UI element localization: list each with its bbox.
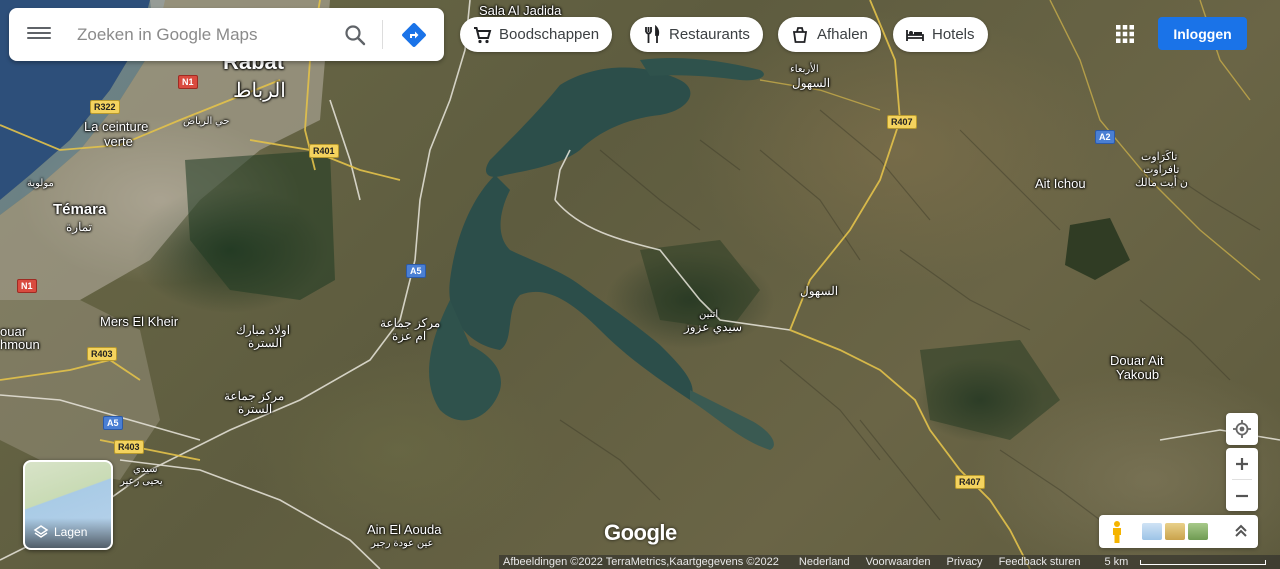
place-sala-al-jadida[interactable]: Sala Al Jadida <box>479 4 561 18</box>
place-verte: verte <box>104 134 133 149</box>
search-icon[interactable] <box>343 23 367 47</box>
zoom-in-button[interactable] <box>1226 448 1258 479</box>
my-location-button[interactable] <box>1226 413 1258 445</box>
crosshair-icon <box>1233 420 1251 438</box>
scale-indicator[interactable]: 5 km <box>1097 556 1267 568</box>
place-ain-el-aouda[interactable]: Ain El Aouda <box>367 523 441 537</box>
chip-afhalen[interactable]: Afhalen <box>778 17 881 52</box>
place-yakoub: Yakoub <box>1116 367 1160 382</box>
minus-icon <box>1236 494 1248 497</box>
country-link[interactable]: Nederland <box>799 556 850 568</box>
place-rabat-arabic: الرباط <box>233 80 286 102</box>
road-shield-r407: R407 <box>887 115 917 129</box>
zoom-out-button[interactable] <box>1226 480 1258 511</box>
layers-label: Lagen <box>54 525 88 539</box>
place-shoul-arabic: السهول <box>800 284 839 298</box>
feedback-link[interactable]: Feedback sturen <box>999 556 1081 568</box>
chip-label: Hotels <box>932 26 975 43</box>
layers-icon <box>33 525 49 538</box>
chip-restaurants[interactable]: Restaurants <box>630 17 763 52</box>
road-shield-r407-low: R407 <box>955 475 985 489</box>
place-mers-el-kheir[interactable]: Mers El Kheir <box>100 315 178 329</box>
scale-bar <box>1140 559 1267 565</box>
place-ain-el-aouda-arabic: عين عودة رجير <box>371 538 434 549</box>
road-shield-n1-left: N1 <box>17 279 37 293</box>
place-temara-arabic: تمارة <box>66 220 93 234</box>
search-box <box>9 8 444 61</box>
place-markaz2-arabic: مركز جماعة <box>224 389 285 403</box>
place-markaz2-arabic-2: السترة <box>238 402 273 416</box>
place-ait-ichou-arabic-3: ن أيت مالك <box>1135 177 1188 189</box>
chip-label: Restaurants <box>669 26 750 43</box>
menu-icon[interactable] <box>27 24 51 44</box>
attribution-text: Afbeeldingen ©2022 TerraMetrics,Kaartgeg… <box>503 556 779 568</box>
imagery-thumbnails <box>1142 523 1208 540</box>
road-shield-r403: R403 <box>87 347 117 361</box>
place-la-ceinture[interactable]: La ceinture <box>84 120 148 134</box>
road-shield-r322: R322 <box>90 100 120 114</box>
google-logo: Google <box>604 520 677 545</box>
expand-chevron-icon[interactable] <box>1234 523 1248 539</box>
imagery-thumb-satellite[interactable] <box>1188 523 1208 540</box>
imagery-thumb-terrain[interactable] <box>1165 523 1185 540</box>
scale-label: 5 km <box>1104 556 1129 568</box>
place-mouhoud-arabic: مولوية <box>27 178 54 189</box>
place-markaz-arabic: مركز جماعة <box>380 316 441 330</box>
road-shield-a5-low: A5 <box>103 416 123 430</box>
place-douar-2: hmoun <box>0 337 40 352</box>
search-input[interactable] <box>75 20 329 50</box>
road-shield-n1: N1 <box>178 75 198 89</box>
fork-knife-icon <box>645 24 660 43</box>
place-hay-riad-arabic: حي الرياض <box>183 116 230 127</box>
road-shield-a2: A2 <box>1095 130 1115 144</box>
place-larbaa-arabic-2: السهول <box>792 76 831 90</box>
place-douar-ait[interactable]: Douar Ait <box>1110 354 1163 368</box>
layers-toggle[interactable]: Lagen <box>23 460 113 550</box>
directions-icon[interactable] <box>401 22 427 48</box>
place-ait-ichou-arabic-2: تافراوت <box>1143 164 1180 176</box>
cart-icon <box>474 26 492 43</box>
search-divider <box>382 20 383 49</box>
place-ouled-mbarek-arabic: اولاد مبارك <box>236 323 291 337</box>
chip-label: Afhalen <box>817 26 868 43</box>
chip-hotels[interactable]: Hotels <box>893 17 988 52</box>
bed-icon <box>906 29 924 41</box>
takeout-icon <box>792 26 808 43</box>
plus-icon <box>1236 457 1248 470</box>
satellite-map[interactable]: Sala Al Jadida Rabat الرباط La ceinture … <box>0 0 1280 569</box>
login-button[interactable]: Inloggen <box>1158 17 1247 50</box>
place-larbaa-arabic: الأربعاء <box>790 64 819 75</box>
privacy-link[interactable]: Privacy <box>947 556 983 568</box>
place-sidi-yahya-arabic-2: يحيى زعير <box>120 476 163 487</box>
place-ouled-mbarek-arabic-2: السترة <box>248 336 283 350</box>
footer-bar: Afbeeldingen ©2022 TerraMetrics,Kaartgeg… <box>499 555 1280 569</box>
place-ait-ichou-arabic: تاكَرَاوت <box>1141 151 1178 163</box>
place-markaz-arabic-2: ام عزة <box>392 329 427 343</box>
zoom-control <box>1226 448 1258 511</box>
imagery-bar <box>1099 515 1258 548</box>
road-shield-r403-b: R403 <box>114 440 144 454</box>
chip-label: Boodschappen <box>499 26 600 43</box>
road-shield-a5: A5 <box>406 264 426 278</box>
imagery-thumb-globe[interactable] <box>1142 523 1162 540</box>
pegman-icon[interactable] <box>1107 520 1127 544</box>
chip-boodschappen[interactable]: Boodschappen <box>460 17 613 52</box>
place-temara[interactable]: Témara <box>53 202 106 217</box>
apps-grid-icon[interactable] <box>1115 24 1135 44</box>
place-ait-ichou[interactable]: Ait Ichou <box>1035 177 1086 191</box>
place-sidi-azzouz-arabic-2: سيدي عزوز <box>684 320 743 334</box>
terms-link[interactable]: Voorwaarden <box>866 556 931 568</box>
road-shield-r401: R401 <box>309 144 339 158</box>
